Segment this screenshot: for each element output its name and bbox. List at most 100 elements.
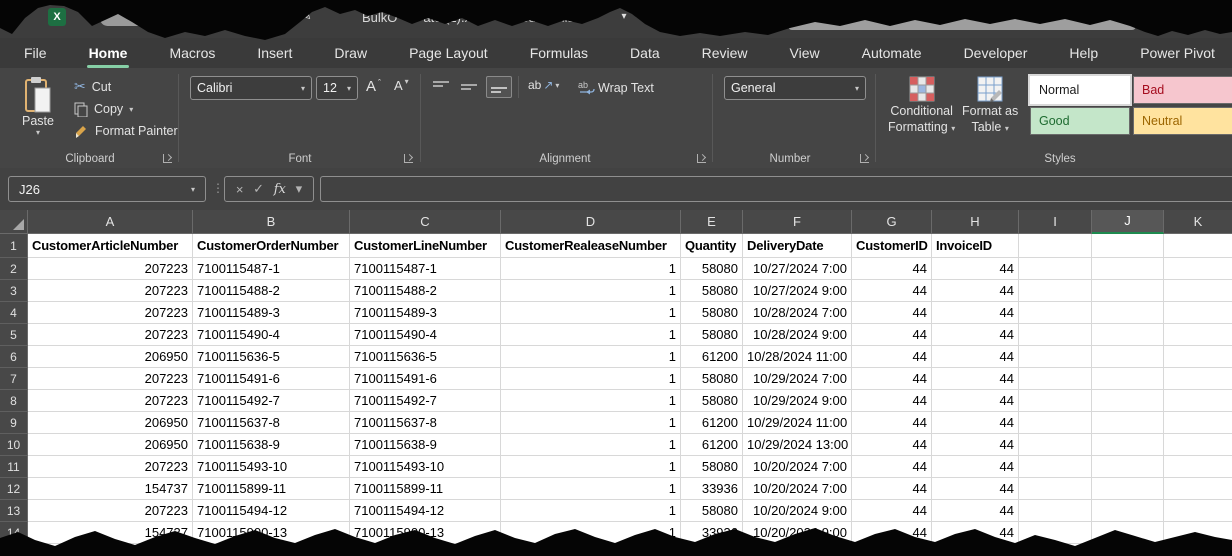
- cell-C6[interactable]: 7100115636-5: [350, 346, 501, 368]
- cell-F1[interactable]: DeliveryDate: [743, 234, 852, 258]
- title-dropdown-chevron-icon[interactable]: ▾: [614, 7, 634, 27]
- column-header-K[interactable]: K: [1164, 210, 1232, 234]
- cell-J9[interactable]: [1092, 412, 1164, 434]
- cell-A1[interactable]: CustomerArticleNumber: [28, 234, 193, 258]
- cell-A10[interactable]: 206950: [28, 434, 193, 456]
- cell-B11[interactable]: 7100115493-10: [193, 456, 350, 478]
- cell-E8[interactable]: 58080: [681, 390, 743, 412]
- cell-H6[interactable]: 44: [932, 346, 1019, 368]
- cell-J13[interactable]: [1092, 500, 1164, 522]
- autosave-toggle-fragment[interactable]: [100, 11, 146, 26]
- cell-D7[interactable]: 1: [501, 368, 681, 390]
- cell-D4[interactable]: 1: [501, 302, 681, 324]
- cell-D14[interactable]: 1: [501, 522, 681, 544]
- formula-input[interactable]: [320, 176, 1232, 202]
- tab-view[interactable]: View: [790, 45, 820, 61]
- column-header-J[interactable]: J: [1092, 210, 1164, 234]
- cell-G7[interactable]: 44: [852, 368, 932, 390]
- column-header-H[interactable]: H: [932, 210, 1019, 234]
- column-header-F[interactable]: F: [743, 210, 852, 234]
- cell-H10[interactable]: 44: [932, 434, 1019, 456]
- conditional-formatting-button[interactable]: Conditional Formatting ▾: [888, 76, 955, 134]
- column-header-A[interactable]: A: [28, 210, 193, 234]
- cell-F8[interactable]: 10/29/2024 9:00: [743, 390, 852, 412]
- cell-C13[interactable]: 7100115494-12: [350, 500, 501, 522]
- align-bottom-button[interactable]: [486, 76, 512, 98]
- column-header-D[interactable]: D: [501, 210, 681, 234]
- cell-D12[interactable]: 1: [501, 478, 681, 500]
- cell-F11[interactable]: 10/20/2024 7:00: [743, 456, 852, 478]
- cell-G5[interactable]: 44: [852, 324, 932, 346]
- tab-home[interactable]: Home: [89, 45, 128, 61]
- cell-style-neutral[interactable]: Neutral: [1133, 107, 1232, 135]
- cell-H14[interactable]: 44: [932, 522, 1019, 544]
- cell-F14[interactable]: 10/20/2024 9:00: [743, 522, 852, 544]
- cell-J1[interactable]: [1092, 234, 1164, 258]
- cell-H12[interactable]: 44: [932, 478, 1019, 500]
- cell-H13[interactable]: 44: [932, 500, 1019, 522]
- format-as-table-button[interactable]: Format as Table ▾: [962, 76, 1018, 134]
- cell-K3[interactable]: [1164, 280, 1232, 302]
- cell-K11[interactable]: [1164, 456, 1232, 478]
- cell-K12[interactable]: [1164, 478, 1232, 500]
- cell-A2[interactable]: 207223: [28, 258, 193, 280]
- cell-F3[interactable]: 10/27/2024 9:00: [743, 280, 852, 302]
- cell-C4[interactable]: 7100115489-3: [350, 302, 501, 324]
- cell-D9[interactable]: 1: [501, 412, 681, 434]
- row-header-10[interactable]: 10: [0, 434, 28, 456]
- cell-J14[interactable]: [1092, 522, 1164, 544]
- cell-H8[interactable]: 44: [932, 390, 1019, 412]
- cell-G14[interactable]: 44: [852, 522, 932, 544]
- cell-H4[interactable]: 44: [932, 302, 1019, 324]
- column-header-C[interactable]: C: [350, 210, 501, 234]
- cell-A11[interactable]: 207223: [28, 456, 193, 478]
- cancel-icon[interactable]: ×: [236, 182, 244, 197]
- cell-B5[interactable]: 7100115490-4: [193, 324, 350, 346]
- cell-I3[interactable]: [1019, 280, 1092, 302]
- cell-I6[interactable]: [1019, 346, 1092, 368]
- cell-I5[interactable]: [1019, 324, 1092, 346]
- cell-D10[interactable]: 1: [501, 434, 681, 456]
- cell-G2[interactable]: 44: [852, 258, 932, 280]
- tab-macros[interactable]: Macros: [169, 45, 215, 61]
- cell-C14[interactable]: 7100115900-13: [350, 522, 501, 544]
- cell-F4[interactable]: 10/28/2024 7:00: [743, 302, 852, 324]
- cell-G11[interactable]: 44: [852, 456, 932, 478]
- font-name-combo[interactable]: Calibri▾: [190, 76, 312, 100]
- wrap-text-button[interactable]: ab Wrap Text: [578, 80, 654, 96]
- cell-E4[interactable]: 58080: [681, 302, 743, 324]
- cell-D6[interactable]: 1: [501, 346, 681, 368]
- cell-B12[interactable]: 7100115899-11: [193, 478, 350, 500]
- row-header-13[interactable]: 13: [0, 500, 28, 522]
- cell-J5[interactable]: [1092, 324, 1164, 346]
- name-box[interactable]: J26 ▾: [8, 176, 206, 202]
- cell-C9[interactable]: 7100115637-8: [350, 412, 501, 434]
- cell-F9[interactable]: 10/29/2024 11:00: [743, 412, 852, 434]
- cell-H2[interactable]: 44: [932, 258, 1019, 280]
- tab-power-pivot[interactable]: Power Pivot: [1140, 45, 1215, 61]
- cell-F7[interactable]: 10/29/2024 7:00: [743, 368, 852, 390]
- cell-F12[interactable]: 10/20/2024 7:00: [743, 478, 852, 500]
- cell-H7[interactable]: 44: [932, 368, 1019, 390]
- cell-C8[interactable]: 7100115492-7: [350, 390, 501, 412]
- cell-F2[interactable]: 10/27/2024 7:00: [743, 258, 852, 280]
- tab-review[interactable]: Review: [702, 45, 748, 61]
- tab-developer[interactable]: Developer: [964, 45, 1028, 61]
- cell-style-bad[interactable]: Bad: [1133, 76, 1232, 104]
- row-header-1[interactable]: 1: [0, 234, 28, 258]
- cell-D3[interactable]: 1: [501, 280, 681, 302]
- cell-G1[interactable]: CustomerID: [852, 234, 932, 258]
- cell-J2[interactable]: [1092, 258, 1164, 280]
- cell-F5[interactable]: 10/28/2024 9:00: [743, 324, 852, 346]
- enter-icon[interactable]: ✓: [253, 182, 264, 197]
- cell-E10[interactable]: 61200: [681, 434, 743, 456]
- cell-K9[interactable]: [1164, 412, 1232, 434]
- cell-K2[interactable]: [1164, 258, 1232, 280]
- cell-G8[interactable]: 44: [852, 390, 932, 412]
- cell-E1[interactable]: Quantity: [681, 234, 743, 258]
- cell-B9[interactable]: 7100115637-8: [193, 412, 350, 434]
- cell-K14[interactable]: [1164, 522, 1232, 544]
- row-header-7[interactable]: 7: [0, 368, 28, 390]
- cell-C12[interactable]: 7100115899-11: [350, 478, 501, 500]
- column-header-G[interactable]: G: [852, 210, 932, 234]
